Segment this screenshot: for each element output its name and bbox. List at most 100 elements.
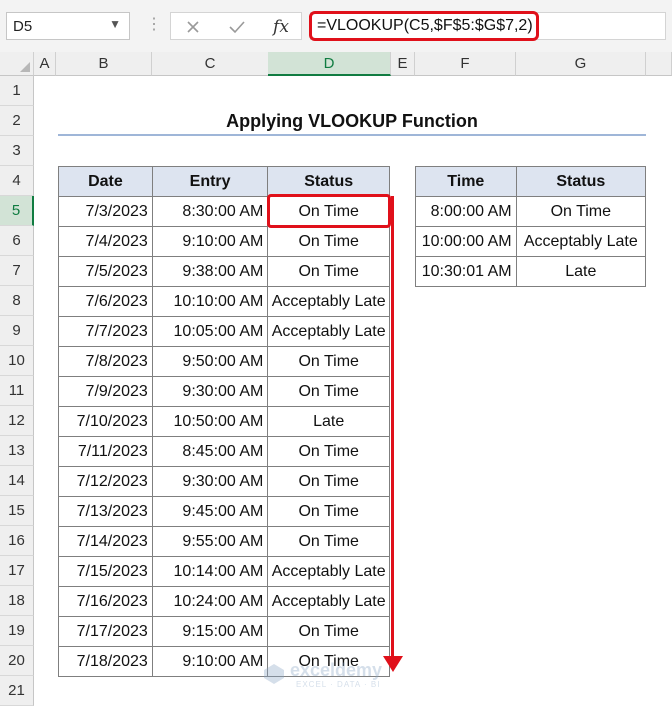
status-cell[interactable]: Acceptably Late	[267, 286, 390, 317]
row-header-6[interactable]: 6	[0, 226, 34, 256]
date-cell[interactable]: 7/11/2023	[58, 436, 153, 467]
status-cell[interactable]: On Time	[267, 616, 390, 647]
row-header-1[interactable]: 1	[0, 76, 34, 106]
table-row: 7/17/2023 9:15:00 AM On Time	[58, 616, 390, 647]
close-icon[interactable]	[173, 13, 213, 41]
date-cell[interactable]: 7/16/2023	[58, 586, 153, 617]
entry-cell[interactable]: 9:55:00 AM	[151, 526, 269, 557]
insert-function-button[interactable]: fx	[261, 13, 301, 41]
row-header-15[interactable]: 15	[0, 496, 34, 526]
row-header-3[interactable]: 3	[0, 136, 34, 166]
row-header-4[interactable]: 4	[0, 166, 34, 196]
row-header-7[interactable]: 7	[0, 256, 34, 286]
row-header-18[interactable]: 18	[0, 586, 34, 616]
status-cell[interactable]: On Time	[267, 376, 390, 407]
column-header-d[interactable]: D	[268, 52, 391, 76]
lookup-status-cell[interactable]: On Time	[515, 196, 647, 227]
date-cell[interactable]: 7/17/2023	[58, 616, 153, 647]
column-header-e[interactable]: E	[391, 52, 415, 76]
row-header-14[interactable]: 14	[0, 466, 34, 496]
more-icon[interactable]: ⋮	[146, 14, 162, 34]
lookup-status-cell[interactable]: Late	[515, 256, 647, 287]
entry-cell[interactable]: 8:45:00 AM	[151, 436, 269, 467]
status-cell[interactable]: Late	[267, 406, 390, 437]
entry-cell[interactable]: 9:45:00 AM	[151, 496, 269, 527]
table-row: 7/6/2023 10:10:00 AM Acceptably Late	[58, 286, 390, 317]
date-cell[interactable]: 7/14/2023	[58, 526, 153, 557]
status-cell[interactable]: On Time	[267, 346, 390, 377]
row-header-21[interactable]: 21	[0, 676, 34, 706]
date-cell[interactable]: 7/8/2023	[58, 346, 153, 377]
header-date[interactable]: Date	[58, 166, 153, 197]
row-header-9[interactable]: 9	[0, 316, 34, 346]
status-cell[interactable]: On Time	[267, 496, 390, 527]
lookup-status-cell[interactable]: Acceptably Late	[515, 226, 647, 257]
header-time[interactable]: Time	[415, 166, 517, 197]
table-row: 7/10/2023 10:50:00 AM Late	[58, 406, 390, 437]
date-cell[interactable]: 7/18/2023	[58, 646, 153, 677]
row-header-11[interactable]: 11	[0, 376, 34, 406]
row-header-16[interactable]: 16	[0, 526, 34, 556]
entry-cell[interactable]: 9:30:00 AM	[151, 466, 269, 497]
time-cell[interactable]: 8:00:00 AM	[415, 196, 517, 227]
status-cell[interactable]: On Time	[267, 256, 390, 287]
column-header-a[interactable]: A	[34, 52, 56, 76]
watermark-logo: exceldemy EXCEL · DATA · BI	[262, 658, 412, 692]
row-header-10[interactable]: 10	[0, 346, 34, 376]
entry-cell[interactable]: 8:30:00 AM	[151, 196, 269, 227]
time-cell[interactable]: 10:00:00 AM	[415, 226, 517, 257]
column-header-c[interactable]: C	[152, 52, 269, 76]
row-header-5[interactable]: 5	[0, 196, 34, 226]
check-icon[interactable]	[217, 13, 257, 41]
entry-cell[interactable]: 9:10:00 AM	[151, 226, 269, 257]
status-cell[interactable]: On Time	[267, 526, 390, 557]
header-lookup-status[interactable]: Status	[515, 166, 647, 197]
name-box[interactable]: D5 ▼	[6, 12, 130, 40]
table-row: 7/5/2023 9:38:00 AM On Time	[58, 256, 390, 287]
column-header-b[interactable]: B	[56, 52, 152, 76]
entry-cell[interactable]: 9:38:00 AM	[151, 256, 269, 287]
entry-cell[interactable]: 9:30:00 AM	[151, 376, 269, 407]
header-status[interactable]: Status	[267, 166, 390, 197]
status-cell[interactable]: On Time	[267, 466, 390, 497]
date-cell[interactable]: 7/13/2023	[58, 496, 153, 527]
header-entry[interactable]: Entry	[151, 166, 269, 197]
row-header-2[interactable]: 2	[0, 106, 34, 136]
status-cell[interactable]: Acceptably Late	[267, 586, 390, 617]
date-cell[interactable]: 7/10/2023	[58, 406, 153, 437]
time-cell[interactable]: 10:30:01 AM	[415, 256, 517, 287]
column-header-g[interactable]: G	[516, 52, 646, 76]
status-cell[interactable]: On Time	[267, 436, 390, 467]
sheet-title: Applying VLOOKUP Function	[226, 111, 478, 131]
row-header-8[interactable]: 8	[0, 286, 34, 316]
row-header-17[interactable]: 17	[0, 556, 34, 586]
chevron-down-icon[interactable]: ▼	[109, 17, 121, 31]
entry-cell[interactable]: 10:50:00 AM	[151, 406, 269, 437]
date-cell[interactable]: 7/5/2023	[58, 256, 153, 287]
entry-cell[interactable]: 10:24:00 AM	[151, 586, 269, 617]
status-cell[interactable]: On Time	[267, 226, 390, 257]
row-header-20[interactable]: 20	[0, 646, 34, 676]
row-header-13[interactable]: 13	[0, 436, 34, 466]
entry-cell[interactable]: 10:10:00 AM	[151, 286, 269, 317]
entry-cell[interactable]: 9:10:00 AM	[151, 646, 269, 677]
date-cell[interactable]: 7/12/2023	[58, 466, 153, 497]
row-header-19[interactable]: 19	[0, 616, 34, 646]
date-cell[interactable]: 7/6/2023	[58, 286, 153, 317]
status-cell[interactable]: Acceptably Late	[267, 316, 390, 347]
column-header-empty[interactable]	[646, 52, 672, 76]
select-all-corner[interactable]	[0, 52, 34, 76]
entry-cell[interactable]: 10:05:00 AM	[151, 316, 269, 347]
date-cell[interactable]: 7/15/2023	[58, 556, 153, 587]
entry-cell[interactable]: 10:14:00 AM	[151, 556, 269, 587]
status-cell[interactable]: Acceptably Late	[267, 556, 390, 587]
row-header-12[interactable]: 12	[0, 406, 34, 436]
date-cell[interactable]: 7/7/2023	[58, 316, 153, 347]
date-cell[interactable]: 7/9/2023	[58, 376, 153, 407]
date-cell[interactable]: 7/4/2023	[58, 226, 153, 257]
column-header-f[interactable]: F	[415, 52, 516, 76]
entry-cell[interactable]: 9:15:00 AM	[151, 616, 269, 647]
entry-cell[interactable]: 9:50:00 AM	[151, 346, 269, 377]
date-cell[interactable]: 7/3/2023	[58, 196, 153, 227]
table-row: 7/4/2023 9:10:00 AM On Time	[58, 226, 390, 257]
